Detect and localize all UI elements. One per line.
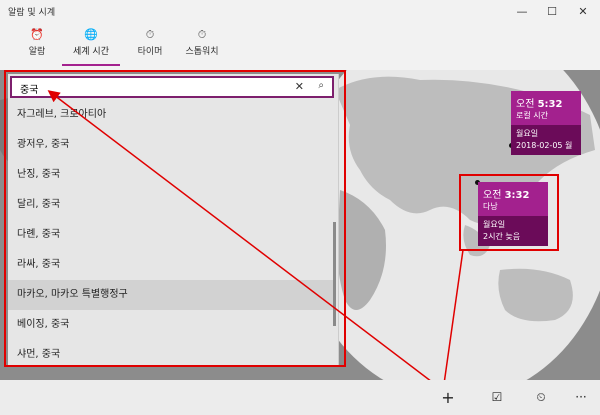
title-bar: 알람 및 시계 — ☐ ✕ <box>0 0 600 22</box>
list-item[interactable]: 베이징, 중국 <box>8 310 336 340</box>
clock-local-ampm: 오전 <box>516 99 535 110</box>
app-title: 알람 및 시계 <box>8 8 56 18</box>
world-clock-icon: 🌐 <box>84 28 98 41</box>
tab-alarm-label: 알람 <box>28 47 46 57</box>
clock-local-city: 로컬 시간 <box>516 111 548 120</box>
tab-world-clock-label: 세계 시간 <box>73 47 109 57</box>
clock-danang-day: 월요일 <box>483 220 506 229</box>
plus-icon: + <box>441 387 455 407</box>
add-button[interactable]: + <box>435 384 461 410</box>
tab-bar: ⏰ 알람 🌐 세계 시간 ⏱ 타이머 ⏱ 스톱워치 <box>0 22 600 70</box>
list-item[interactable]: 자그레브, 크로아티아 <box>8 100 336 130</box>
select-button[interactable]: ☑ <box>484 384 510 410</box>
search-icon[interactable]: ⌕ <box>318 80 324 91</box>
clear-icon[interactable]: ✕ <box>295 80 304 93</box>
scrollbar[interactable] <box>333 222 336 326</box>
timer-icon: ⏱ <box>145 28 155 41</box>
clock-danang-ampm: 오전 <box>483 190 502 201</box>
clock-local-date: 2018-02-05 월 <box>516 141 573 150</box>
clock-local-time: 5:32 <box>537 99 563 110</box>
alarm-clock-icon: ⏰ <box>30 28 44 41</box>
minimize-button[interactable]: — <box>505 0 539 22</box>
city-search-panel: ✕ ⌕ 자그레브, 크로아티아 광저우, 중국 난징, 중국 달리, 중국 다롄… <box>8 74 339 366</box>
list-item[interactable]: 다롄, 중국 <box>8 220 336 250</box>
tab-alarm[interactable]: ⏰ 알람 <box>18 26 56 66</box>
list-item[interactable]: 샤먼, 중국 <box>8 340 336 366</box>
list-item[interactable]: 라싸, 중국 <box>8 250 336 280</box>
clock-danang-time: 3:32 <box>504 190 530 201</box>
search-box[interactable]: ✕ ⌕ <box>10 76 334 98</box>
search-results-list[interactable]: 자그레브, 크로아티아 광저우, 중국 난징, 중국 달리, 중국 다롄, 중국… <box>8 100 336 366</box>
more-button[interactable]: ··· <box>568 384 594 410</box>
clock-card-local[interactable]: 오전 5:32 로컬 시간 월요일 2018-02-05 월 <box>511 91 581 155</box>
stopwatch-icon: ⏱ <box>197 28 207 41</box>
tab-stopwatch-label: 스톱워치 <box>185 47 219 57</box>
clock-danang-city: 다낭 <box>483 202 498 211</box>
compare-button[interactable]: ⏲ <box>528 384 554 410</box>
clock-danang-offset: 2시간 늦음 <box>483 232 521 241</box>
checklist-icon: ☑ <box>491 390 503 404</box>
tab-timer[interactable]: ⏱ 타이머 <box>130 26 170 66</box>
tab-timer-label: 타이머 <box>137 47 163 57</box>
active-tab-indicator <box>62 64 120 66</box>
command-bar: + ☑ ⏲ ··· <box>0 380 600 415</box>
search-input[interactable] <box>18 80 292 96</box>
clock-card-danang[interactable]: 오전 3:32 다낭 월요일 2시간 늦음 <box>478 182 548 246</box>
tab-stopwatch[interactable]: ⏱ 스톱워치 <box>180 26 224 66</box>
list-item[interactable]: 달리, 중국 <box>8 190 336 220</box>
more-icon: ··· <box>575 390 587 404</box>
clock-local-day: 월요일 <box>516 129 539 138</box>
tab-world-clock[interactable]: 🌐 세계 시간 <box>62 26 120 66</box>
close-button[interactable]: ✕ <box>566 0 600 22</box>
maximize-button[interactable]: ☐ <box>535 0 569 22</box>
list-item-selected[interactable]: 마카오, 마카오 특별행정구 <box>8 280 336 310</box>
list-item[interactable]: 광저우, 중국 <box>8 130 336 160</box>
list-item[interactable]: 난징, 중국 <box>8 160 336 190</box>
compare-clock-icon: ⏲ <box>536 389 546 404</box>
